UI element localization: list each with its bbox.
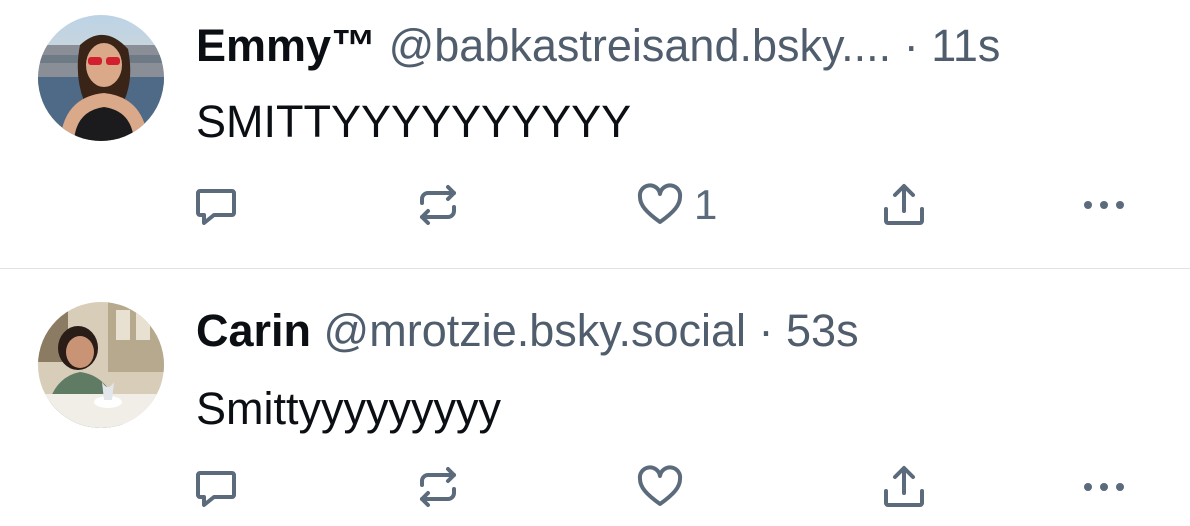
avatar-image <box>38 302 164 428</box>
post-header: Carin @mrotzie.bsky.social · 53s <box>196 305 859 357</box>
repost-icon <box>420 185 456 225</box>
more-options-button[interactable] <box>1080 175 1128 235</box>
post-actions <box>0 457 1190 517</box>
post-text: SMITTYYYYYYYYYY <box>196 96 632 147</box>
reply-icon <box>196 471 236 507</box>
post-header: Emmy™ @babkastreisand.bsky.... · 11s <box>196 20 1000 72</box>
share-button[interactable] <box>880 175 928 235</box>
author-name[interactable]: Carin <box>196 305 311 356</box>
author-handle[interactable]: @babkastreisand.bsky.... <box>389 20 892 71</box>
post-actions: 1 <box>0 175 1190 235</box>
avatar[interactable] <box>38 15 164 141</box>
heart-icon <box>637 183 683 224</box>
post-item[interactable]: Carin @mrotzie.bsky.social · 53s Smittyy… <box>0 269 1190 526</box>
post-item[interactable]: Emmy™ @babkastreisand.bsky.... · 11s SMI… <box>0 0 1190 268</box>
reply-button[interactable] <box>192 457 240 517</box>
share-icon <box>884 184 924 225</box>
post-timestamp[interactable]: 53s <box>786 305 859 356</box>
avatar[interactable] <box>38 302 164 428</box>
like-count: 1 <box>694 181 718 228</box>
author-name[interactable]: Emmy™ <box>196 20 376 71</box>
separator-dot: · <box>903 20 919 71</box>
share-icon <box>884 466 924 507</box>
more-icon <box>1084 201 1124 209</box>
repost-icon <box>420 467 456 507</box>
like-button[interactable]: 1 <box>636 175 717 235</box>
avatar-image <box>38 15 164 141</box>
more-icon <box>1084 483 1124 491</box>
author-handle[interactable]: @mrotzie.bsky.social <box>324 305 746 356</box>
post-text: Smittyyyyyyyyy <box>196 383 502 434</box>
more-options-button[interactable] <box>1080 457 1128 517</box>
repost-button[interactable] <box>414 175 462 235</box>
repost-button[interactable] <box>414 457 462 517</box>
reply-button[interactable] <box>192 175 240 235</box>
post-timestamp[interactable]: 11s <box>931 20 1000 71</box>
like-button[interactable] <box>636 457 694 517</box>
separator-dot: · <box>758 305 774 356</box>
heart-icon <box>637 465 683 506</box>
reply-icon <box>196 189 236 225</box>
share-button[interactable] <box>880 457 928 517</box>
